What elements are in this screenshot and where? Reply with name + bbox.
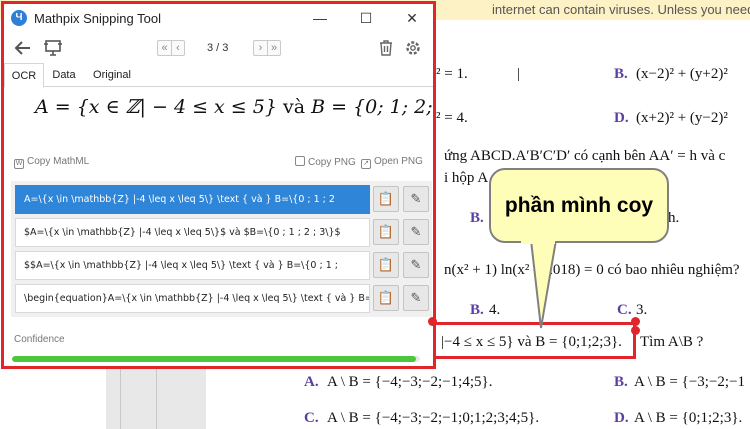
maximize-button[interactable]: ☐ <box>343 4 389 33</box>
preview-conjunction: và <box>276 96 312 118</box>
first-page-icon[interactable]: « <box>158 41 171 55</box>
latex-result-item[interactable]: A=\{x \in \mathbb{Z} |-4 \leq x \leq 5\}… <box>15 185 370 214</box>
tab-data[interactable]: Data <box>48 63 80 87</box>
doc-line: A \ B = {−4;−3;−2;−1;0;1;2;3;4;5}. <box>327 410 540 426</box>
screen-snip-icon[interactable] <box>42 38 64 58</box>
latex-result-item[interactable]: \begin{equation}A=\{x \in \mathbb{Z} |-4… <box>15 284 370 313</box>
copy-clipboard-icon[interactable]: 📋 <box>373 285 399 311</box>
window-title: Mathpix Snipping Tool <box>34 11 161 26</box>
preview-set-b: B = {0; 1; 2; 3} <box>311 96 433 118</box>
edit-icon[interactable]: ✎ <box>403 219 429 245</box>
edit-icon[interactable]: ✎ <box>403 285 429 311</box>
latex-result-item[interactable]: $$A=\{x \in \mathbb{Z} |-4 \leq x \leq 5… <box>15 251 370 280</box>
edit-icon[interactable]: ✎ <box>403 186 429 212</box>
page-indicator: 3 / 3 <box>207 42 229 54</box>
gear-icon[interactable] <box>403 38 423 58</box>
next-page-icon[interactable]: › <box>254 41 267 55</box>
copy-png-button[interactable]: Copy PNG <box>295 156 356 168</box>
copy-actions-row: W Copy MathML Copy PNG ↗ Open PNG <box>4 152 433 174</box>
trash-icon[interactable] <box>377 38 395 58</box>
option-label: C. <box>304 410 319 426</box>
mathml-icon: W <box>14 159 24 169</box>
page-margin-line <box>156 360 157 429</box>
prev-pager: « ‹ <box>157 40 185 56</box>
doc-line: n(x² + 1) ln(x² − 2018) = 0 có bao nhiêu… <box>444 262 740 278</box>
copy-clipboard-icon[interactable]: 📋 <box>373 252 399 278</box>
callout-pointer-join <box>521 238 555 244</box>
confidence-label: Confidence <box>14 334 65 345</box>
rendered-math-preview: A = {x ∈ ℤ| − 4 ≤ x ≤ 5} và B = {0; 1; 2… <box>4 88 433 150</box>
tab-original[interactable]: Original <box>88 63 136 87</box>
doc-line: | <box>517 66 521 82</box>
copy-clipboard-icon[interactable]: 📋 <box>373 186 399 212</box>
latex-result-item[interactable]: $A=\{x \in \mathbb{Z} |-4 \leq x \leq 5\… <box>15 218 370 247</box>
doc-line: (x−2)² + (y+2)² <box>636 66 728 82</box>
mathpix-window: Ч Mathpix Snipping Tool — ☐ ✕ « ‹ 3 / 3 … <box>1 1 436 369</box>
toolbar: « ‹ 3 / 3 › » <box>4 34 433 62</box>
mathpix-logo-icon: Ч <box>11 10 27 26</box>
doc-line: i hộp A <box>444 170 489 186</box>
page-margin-line <box>120 360 121 429</box>
callout-pointer <box>530 239 557 329</box>
option-label: C. <box>617 302 632 318</box>
doc-line: ứng ABCD.A′B′C′D′ có cạnh bên AA′ = h và… <box>444 148 726 164</box>
doc-line: h. <box>668 210 680 226</box>
preview-set-a: A = {x ∈ ℤ| − 4 ≤ x ≤ 5} <box>35 96 277 118</box>
prev-page-icon[interactable]: ‹ <box>171 41 184 55</box>
copy-png-label: Copy PNG <box>308 157 356 168</box>
latex-results-list: A=\{x \in \mathbb{Z} |-4 \leq x \leq 5\}… <box>11 181 432 317</box>
copy-icon <box>295 156 305 166</box>
banner-text: internet can contain viruses. Unless you… <box>492 2 750 17</box>
doc-line: 4. <box>489 302 501 318</box>
doc-line: A \ B = {0;1;2;3}. <box>634 410 743 426</box>
option-label: B. <box>470 210 484 226</box>
option-label: B. <box>614 374 628 390</box>
selection-handle[interactable] <box>631 317 640 326</box>
open-png-button[interactable]: ↗ Open PNG <box>361 156 423 169</box>
selection-handle[interactable] <box>631 326 640 335</box>
doc-line: ² = 4. <box>436 110 468 126</box>
next-pager: › » <box>253 40 281 56</box>
doc-line: (x+2)² + (y−2)² <box>636 110 728 126</box>
doc-line: Tìm A\B ? <box>640 334 704 350</box>
doc-line: 3. <box>636 302 648 318</box>
selection-handle[interactable] <box>428 317 437 326</box>
confidence-bar <box>12 356 420 362</box>
close-button[interactable]: ✕ <box>389 4 433 33</box>
option-label: D. <box>614 410 629 426</box>
option-label: A. <box>304 374 319 390</box>
callout-text: phần mình coy <box>504 194 654 217</box>
tab-ocr[interactable]: OCR <box>4 63 44 88</box>
option-label: B. <box>614 66 628 82</box>
tab-bar: OCR Data Original <box>4 63 433 88</box>
edit-icon[interactable]: ✎ <box>403 252 429 278</box>
option-label: D. <box>614 110 629 126</box>
copy-mathml-button[interactable]: W Copy MathML <box>14 156 89 169</box>
doc-line: A \ B = {−4;−3;−2;−1;4;5}. <box>327 374 493 390</box>
doc-line: A \ B = {−3;−2;−1 <box>634 374 746 390</box>
annotation-callout: phần mình coy <box>489 168 669 243</box>
last-page-icon[interactable]: » <box>267 41 280 55</box>
confidence-bar-fill <box>12 356 416 362</box>
external-link-icon: ↗ <box>361 159 371 169</box>
back-arrow-icon[interactable] <box>13 38 33 58</box>
open-png-label: Open PNG <box>374 156 423 167</box>
copy-mathml-label: Copy MathML <box>27 156 90 167</box>
copy-clipboard-icon[interactable]: 📋 <box>373 219 399 245</box>
doc-line: ² = 1. <box>436 66 468 82</box>
minimize-button[interactable]: — <box>297 4 343 33</box>
option-label: B. <box>470 302 484 318</box>
title-bar: Ч Mathpix Snipping Tool — ☐ ✕ <box>4 4 433 33</box>
